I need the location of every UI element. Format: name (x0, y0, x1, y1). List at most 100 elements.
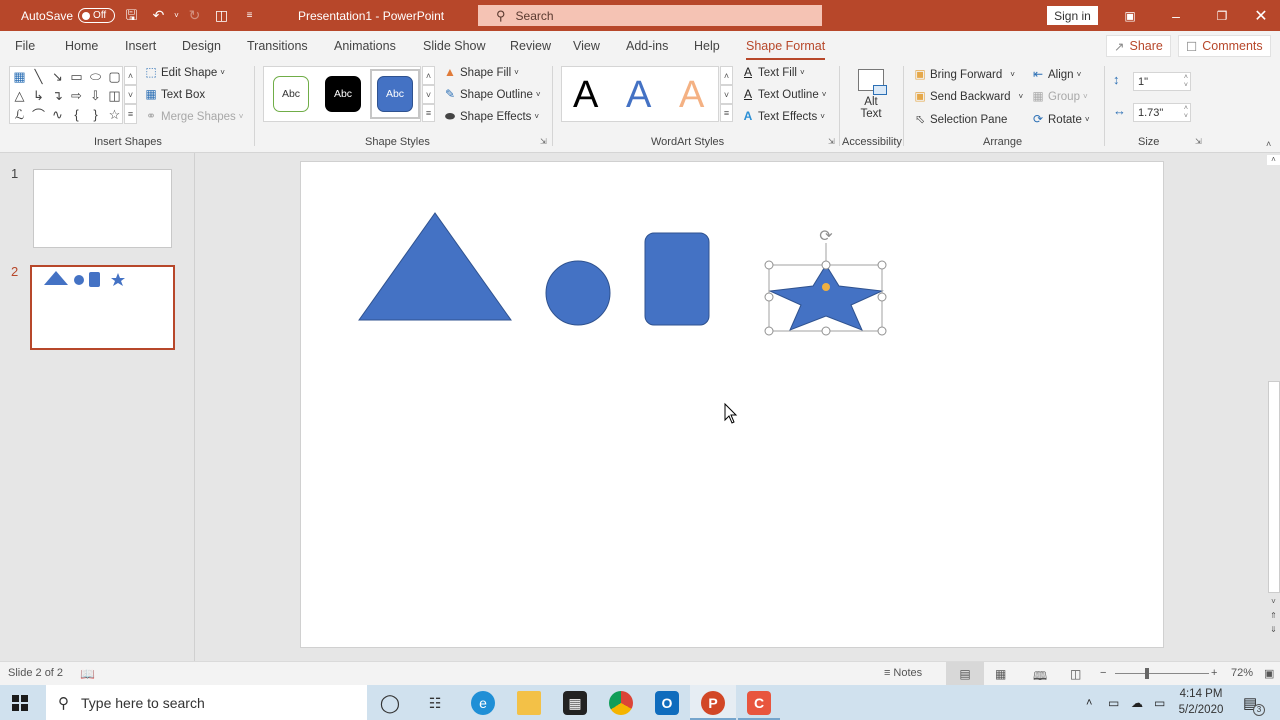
spelling-check-icon[interactable]: 📖 (80, 667, 95, 681)
sign-in-button[interactable]: Sign in (1047, 6, 1098, 25)
slide-canvas[interactable]: ⟳ (300, 161, 1164, 648)
microsoft-store-icon[interactable]: ▦ (563, 691, 587, 715)
gallery-scroll-down[interactable]: ˅ (124, 85, 137, 104)
scroll-up-arrow[interactable]: ˄ (1267, 155, 1280, 165)
arrow-shape-icon[interactable]: ↘ (48, 67, 67, 86)
wordart-preset-orange[interactable]: A (679, 74, 704, 117)
comments-button[interactable]: ☐ Comments (1178, 35, 1271, 57)
zoom-slider-track[interactable] (1115, 673, 1209, 674)
wordart-dialog-launcher[interactable]: ⇲ (828, 137, 835, 146)
wordart-preset-blue[interactable]: A (626, 74, 651, 117)
previous-slide-icon[interactable]: ⇑ (1267, 611, 1280, 621)
tab-transitions[interactable]: Transitions (247, 39, 308, 53)
rotate-handle-icon[interactable]: ⟳ (819, 228, 833, 245)
rounded-rectangle-shape[interactable] (644, 232, 710, 326)
autosave-toggle[interactable]: Off (78, 8, 116, 23)
text-box-shape-icon[interactable]: ▦ (10, 67, 29, 86)
snip-rectangle-shape-icon[interactable]: ◫ (105, 86, 124, 105)
height-spinner[interactable]: ˄ ˅ (1184, 74, 1188, 90)
shape-styles-gallery[interactable]: Abc Abc Abc (263, 66, 421, 122)
selection-pane-button[interactable]: ⬁ Selection Pane (913, 113, 1007, 126)
notes-button[interactable]: ≡ Notes (884, 667, 922, 679)
right-arrow-shape-icon[interactable]: ⇨ (67, 86, 86, 105)
minimize-icon[interactable]: – (1153, 0, 1199, 31)
search-box[interactable]: ⚲ Search (478, 5, 822, 26)
shape-width-input[interactable]: 1.73" ˄ ˅ (1133, 103, 1191, 122)
windows-start-icon[interactable] (12, 695, 28, 711)
triangle-shape-icon[interactable]: △ (10, 86, 29, 105)
edge-icon[interactable]: e (471, 691, 495, 715)
rotate-button[interactable]: ⟳ Rotate ˅ (1031, 113, 1090, 126)
shape-styles-dialog-launcher[interactable]: ⇲ (540, 137, 547, 146)
tab-slide-show[interactable]: Slide Show (423, 39, 486, 53)
star-shape[interactable] (768, 264, 884, 331)
zoom-slider-thumb[interactable] (1145, 668, 1149, 679)
outlook-icon[interactable]: O (655, 691, 679, 715)
wordart-preset-black[interactable]: A (573, 74, 598, 117)
edit-shape-button[interactable]: ⬚ Edit Shape ˅ (144, 66, 225, 79)
onedrive-icon[interactable]: ☁ (1131, 685, 1143, 720)
tab-file[interactable]: File (15, 39, 35, 53)
cortana-icon[interactable]: ◯ (378, 691, 402, 715)
chrome-icon[interactable] (609, 691, 633, 715)
resize-handle[interactable] (764, 260, 774, 270)
scroll-down-arrow[interactable]: ˅ (1267, 597, 1280, 607)
arc-shape-icon[interactable]: ⌒ (29, 105, 48, 124)
shape-height-input[interactable]: 1" ˄ ˅ (1133, 72, 1191, 91)
customize-qat-icon[interactable]: ≡ (241, 7, 258, 24)
wordart-scroll-up[interactable]: ˄ (720, 66, 733, 85)
normal-view-button[interactable]: ▤ (946, 662, 984, 685)
resize-handle[interactable] (821, 326, 831, 336)
show-hidden-icons[interactable]: ˄ (1086, 685, 1092, 720)
tab-review[interactable]: Review (510, 39, 551, 53)
slide-thumbnail-1[interactable] (33, 169, 172, 248)
left-brace-shape-icon[interactable]: { (67, 105, 86, 124)
shape-style-preset-outline[interactable]: Abc (273, 76, 309, 112)
file-explorer-icon[interactable] (517, 691, 541, 715)
rounded-rectangle-shape-icon[interactable]: ▢ (105, 67, 124, 86)
gallery-scroll-up[interactable]: ˄ (124, 66, 137, 85)
elbow-arrow-shape-icon[interactable]: ↴ (48, 86, 67, 105)
wordart-gallery[interactable]: A A A (561, 66, 719, 122)
align-button[interactable]: ⇤ Align ˅ (1031, 68, 1081, 81)
oval-shape-icon[interactable]: ⬭ (86, 67, 105, 86)
elbow-connector-shape-icon[interactable]: ↳ (29, 86, 48, 105)
send-backward-button[interactable]: ▣ Send Backward ˅ (913, 90, 1023, 103)
tab-insert[interactable]: Insert (125, 39, 156, 53)
triangle-shape[interactable] (358, 212, 512, 321)
shape-style-preset-black[interactable]: Abc (325, 76, 361, 112)
shape-fill-button[interactable]: ▲ Shape Fill ˅ (443, 66, 519, 79)
adjustment-handle[interactable] (822, 283, 830, 291)
tab-help[interactable]: Help (694, 39, 720, 53)
rectangle-shape-icon[interactable]: ▭ (67, 67, 86, 86)
tab-view[interactable]: View (573, 39, 600, 53)
powerpoint-icon[interactable]: P (701, 691, 725, 715)
resize-handle[interactable] (877, 326, 887, 336)
resize-handle[interactable] (877, 260, 887, 270)
circle-shape[interactable] (545, 260, 611, 326)
text-box-button[interactable]: ▦ Text Box (144, 88, 205, 101)
styles-more[interactable]: ≡ (422, 104, 435, 122)
width-spinner[interactable]: ˄ ˅ (1184, 105, 1188, 121)
wordart-more[interactable]: ≡ (720, 104, 733, 122)
gallery-more[interactable]: ≡ (124, 104, 137, 124)
tab-design[interactable]: Design (182, 39, 221, 53)
tab-add-ins[interactable]: Add-ins (626, 39, 668, 53)
star-shape-icon[interactable]: ☆ (105, 105, 124, 124)
slide-sorter-button[interactable]: ▦ (995, 667, 1006, 681)
autosave-control[interactable]: AutoSave Off (21, 0, 116, 31)
zoom-in-button[interactable]: + (1211, 667, 1217, 679)
text-fill-button[interactable]: A Text Fill ˅ (741, 66, 805, 79)
wordart-scroll-down[interactable]: ˅ (720, 85, 733, 104)
shape-effects-button[interactable]: ⬬ Shape Effects ˅ (443, 110, 539, 123)
vertical-scrollbar[interactable]: ˄ ˅ ⇑ ⇓ (1266, 153, 1280, 661)
zoom-level[interactable]: 72% (1231, 667, 1253, 679)
battery-icon[interactable]: ▭ (1108, 685, 1119, 720)
text-effects-button[interactable]: A Text Effects ˅ (741, 110, 825, 123)
slide-show-button[interactable]: ◫ (1070, 667, 1081, 681)
next-slide-icon[interactable]: ⇓ (1267, 625, 1280, 635)
close-icon[interactable]: ✕ (1238, 0, 1280, 31)
camtasia-icon[interactable]: C (747, 691, 771, 715)
freeform-shape-icon[interactable]: ℒ (10, 105, 29, 124)
undo-icon[interactable]: ↶ (150, 7, 167, 24)
